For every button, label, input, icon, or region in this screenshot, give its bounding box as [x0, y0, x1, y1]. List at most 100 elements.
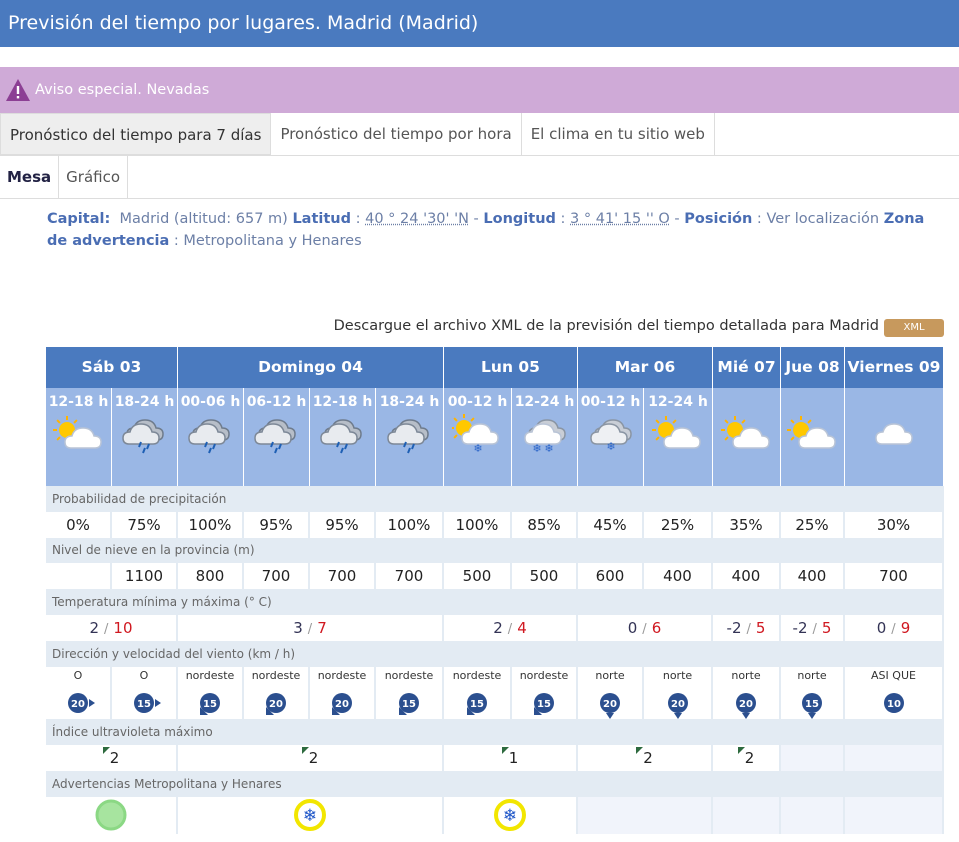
precipitation-value: 85% — [512, 512, 578, 538]
uv-index: 1 — [444, 745, 578, 771]
temperature-separator: / — [307, 622, 313, 637]
wind-direction: nordeste — [452, 669, 502, 682]
special-alert-banner[interactable]: Aviso especial. Nevadas — [0, 67, 959, 113]
svg-text:15: 15 — [402, 699, 416, 710]
precipitation-value-text: 95% — [259, 516, 293, 534]
svg-text:20: 20 — [71, 699, 85, 710]
tab-hourly-forecast[interactable]: Pronóstico del tiempo por hora — [271, 113, 522, 155]
uv-header-label: Índice ultravioleta máximo — [52, 725, 213, 739]
precipitation-value-text: 95% — [325, 516, 359, 534]
snow-level-value-text: 500 — [462, 567, 492, 585]
warning-cell[interactable] — [46, 797, 178, 834]
uv-value: 2 — [744, 749, 755, 767]
precipitation-value: 100% — [178, 512, 244, 538]
period-label: 12-18 h — [48, 394, 109, 410]
max-temperature: 6 — [651, 619, 662, 637]
warning-cell[interactable]: ❄ — [178, 797, 444, 834]
view-tabs: Mesa Gráfico — [0, 156, 959, 199]
wind-direction: nordeste — [251, 669, 301, 682]
min-max-temperature: 0 / 6 — [578, 615, 713, 641]
warning-cell — [578, 797, 713, 834]
warning-cell[interactable]: ❄ — [444, 797, 578, 834]
snow-level-value: 700 — [244, 563, 310, 589]
forecast-period: 00-06 h5 ° C — [178, 388, 244, 519]
precipitation-value: 100% — [444, 512, 512, 538]
warning-cell — [781, 797, 845, 834]
view-location-link[interactable]: Ver localización — [766, 211, 879, 227]
sun-cloud-snow-icon: ❄ — [449, 414, 504, 455]
min-temperature: -2 — [726, 619, 742, 637]
uv-marker-icon — [501, 747, 509, 754]
cloud-snow-icon: ❄ ❄ — [519, 414, 571, 455]
svg-text:15: 15 — [537, 699, 551, 710]
uv-index: 2 — [578, 745, 713, 771]
snow-level-value: 700 — [310, 563, 376, 589]
forecast-period — [781, 388, 845, 486]
wind-direction: O — [139, 669, 149, 682]
period-label: 18-24 h — [114, 394, 175, 410]
precipitation-value-text: 85% — [527, 516, 561, 534]
cloud-rain-icon — [251, 414, 303, 454]
snow-level-value: 400 — [781, 563, 845, 589]
day-label: Domingo 04 — [258, 358, 363, 376]
svg-text:15: 15 — [203, 699, 217, 710]
svg-text:20: 20 — [671, 699, 685, 710]
snow-level-value-text: 700 — [394, 567, 424, 585]
svg-text:10: 10 — [887, 699, 901, 710]
warning-cell — [713, 797, 781, 834]
uv-value: 1 — [508, 749, 519, 767]
forecast-period: 12-18 h3 ° C — [310, 388, 376, 519]
tab-chart[interactable]: Gráfico — [59, 156, 129, 198]
snow-warning-icon[interactable]: ❄ — [494, 799, 526, 831]
snow-level-value: 500 — [512, 563, 578, 589]
cloud-snow-light-icon: ❄ — [585, 414, 637, 454]
wind-speed-badge: 20 — [264, 691, 288, 715]
wind-cell: norte 20 — [644, 667, 713, 719]
wind-cell: nordeste 20 — [310, 667, 376, 719]
period-label: 00-06 h — [180, 394, 241, 410]
wind-direction: nordeste — [185, 669, 235, 682]
no-warning-green-icon[interactable] — [95, 799, 127, 831]
wind-speed-badge: 20 — [66, 691, 95, 715]
page-title: Previsión del tiempo por lugares. Madrid… — [8, 12, 479, 34]
svg-text:❄: ❄ — [503, 806, 517, 826]
wind-direction: nordeste — [384, 669, 434, 682]
svg-text:❄: ❄ — [544, 442, 553, 455]
wind-speed-badge: 15 — [132, 691, 161, 715]
min-max-temperature: 2 / 4 — [444, 615, 578, 641]
wind-cell: nordeste 15 — [376, 667, 444, 719]
max-temperature: 5 — [821, 619, 832, 637]
capital-value: Madrid (altitud: 657 m) — [119, 211, 288, 227]
snow-warning-icon[interactable]: ❄ — [294, 799, 326, 831]
day-label: Sáb 03 — [81, 358, 142, 376]
snow-level-value: 400 — [644, 563, 713, 589]
temp-header-label: Temperatura mínima y máxima (° C) — [52, 595, 272, 609]
tab-website-widget[interactable]: El clima en tu sitio web — [521, 113, 715, 155]
tab-7-day-forecast[interactable]: Pronóstico del tiempo para 7 días — [0, 113, 272, 155]
location-info: Capital: Madrid (altitud: 657 m) Latitud… — [47, 211, 925, 249]
snow-level-value-text: 700 — [879, 567, 908, 585]
max-temperature: 4 — [517, 619, 527, 637]
snow-level-value: 800 — [178, 563, 244, 589]
precipitation-value: 30% — [845, 512, 944, 538]
tab-table[interactable]: Mesa — [0, 156, 60, 198]
svg-text:20: 20 — [269, 699, 283, 710]
uv-marker-icon — [737, 747, 745, 754]
period-label: 12-18 h — [312, 394, 373, 410]
uv-value: 2 — [643, 749, 653, 767]
min-max-temperature: -2 / 5 — [713, 615, 781, 641]
day-label: Mié 07 — [717, 358, 776, 376]
max-temperature: 10 — [113, 619, 133, 637]
temperature-separator: / — [746, 622, 751, 637]
period-label: 00-12 h — [447, 394, 508, 410]
max-temperature: 7 — [317, 619, 327, 637]
day-label: Jue 08 — [785, 358, 840, 376]
xml-download-button[interactable]: XML — [884, 319, 944, 337]
precipitation-value-text: 100% — [455, 516, 499, 534]
snow-level-value: 500 — [444, 563, 512, 589]
main-tabs: Pronóstico del tiempo para 7 días Pronós… — [0, 113, 959, 156]
day-header: Domingo 04 — [178, 347, 444, 388]
wind-speed-badge: 20 — [598, 691, 622, 719]
precipitation-value-text: 25% — [795, 516, 829, 534]
wind-direction: nordeste — [519, 669, 569, 682]
